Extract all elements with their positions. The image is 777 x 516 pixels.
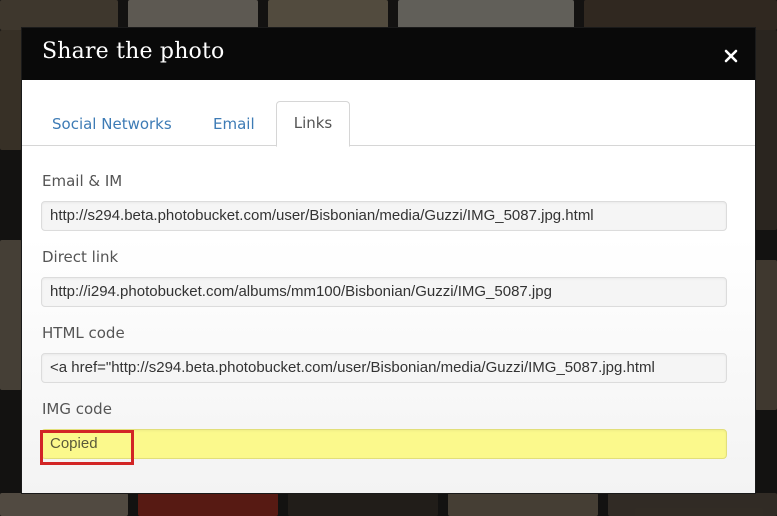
share-tabs: Social Networks Email Links [22,80,755,147]
email-im-link-field[interactable]: http://s294.beta.photobucket.com/user/Bi… [41,201,727,231]
tabs-divider [22,145,755,146]
share-dialog: Share the photo Social Networks Email Li… [22,28,755,493]
dialog-title: Share the photo [42,39,225,64]
tab-social-networks[interactable]: Social Networks [52,103,172,145]
dialog-header: Share the photo [22,28,755,80]
img-code-label: IMG code [42,400,112,418]
close-button[interactable] [723,48,739,64]
img-code-field[interactable]: Copied [41,429,727,459]
html-code-field[interactable]: <a href="http://s294.beta.photobucket.co… [41,353,727,383]
direct-link-label: Direct link [42,248,119,266]
tab-links[interactable]: Links [276,101,350,147]
tab-email[interactable]: Email [213,103,255,145]
close-icon [724,49,738,63]
html-code-label: HTML code [42,324,125,342]
email-im-label: Email & IM [42,172,123,190]
direct-link-field[interactable]: http://i294.photobucket.com/albums/mm100… [41,277,727,307]
